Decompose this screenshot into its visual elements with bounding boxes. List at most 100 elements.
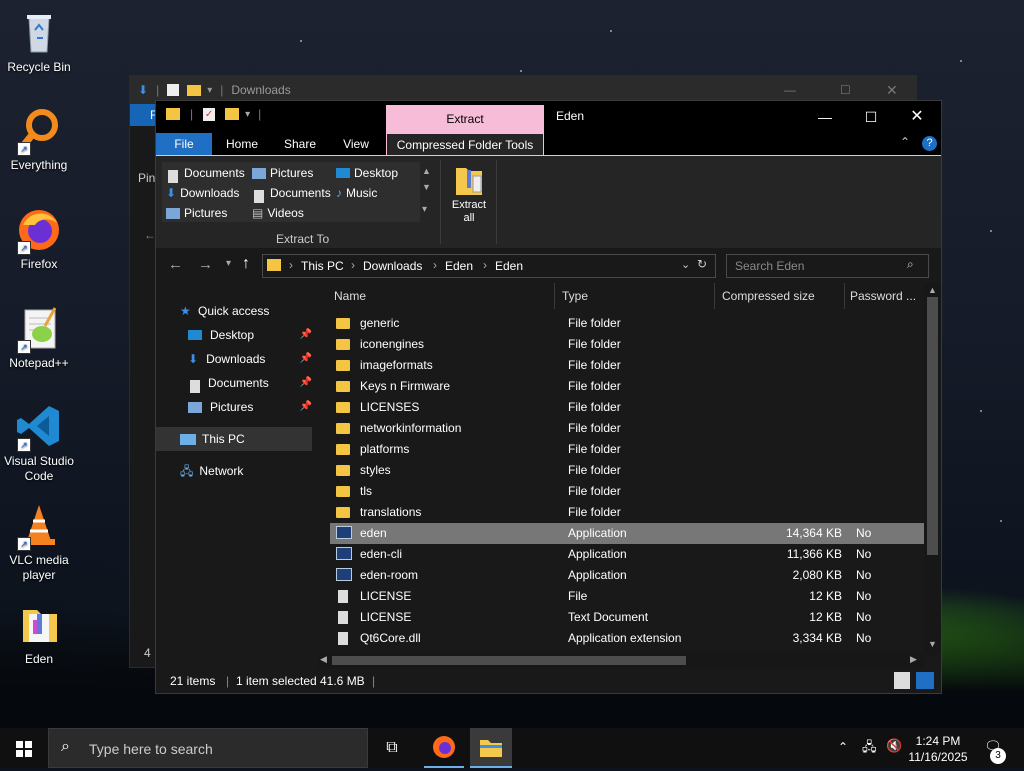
scroll-right-icon[interactable]: ▶ xyxy=(910,654,917,665)
file-type: Application extension xyxy=(568,631,682,645)
column-header-compressed-size[interactable]: Compressed size xyxy=(722,283,842,309)
close-icon[interactable]: ✕ xyxy=(886,82,898,99)
file-row[interactable]: eden-room Application 2,080 KB No xyxy=(330,565,924,586)
scroll-left-icon[interactable]: ◀ xyxy=(320,654,327,665)
file-row[interactable]: tls File folder xyxy=(330,481,924,502)
large-icons-view-icon[interactable] xyxy=(916,672,934,689)
tab-share[interactable]: Share xyxy=(272,133,328,155)
background-file-tab[interactable]: F xyxy=(130,104,157,126)
minimize-icon[interactable]: — xyxy=(802,101,848,133)
file-row[interactable]: generic File folder xyxy=(330,313,924,334)
forward-arrow-icon[interactable]: → xyxy=(198,256,213,273)
task-view-icon[interactable]: ⧉ xyxy=(376,728,408,768)
chevron-down-icon[interactable]: ▾ xyxy=(245,109,250,120)
file-row[interactable]: styles File folder xyxy=(330,460,924,481)
file-row[interactable]: Keys n Firmware File folder xyxy=(330,376,924,397)
gallery-scroll-down-icon[interactable]: ▼ xyxy=(422,182,431,192)
extract-to-music[interactable]: ♪ Music xyxy=(336,184,377,202)
column-header-password[interactable]: Password ... xyxy=(850,283,920,309)
file-row[interactable]: eden Application 14,364 KB No xyxy=(330,523,924,544)
nav-pictures[interactable]: Pictures 📌 xyxy=(188,395,312,419)
file-row[interactable]: Qt6Core.dll Application extension 3,334 KB… xyxy=(330,628,924,649)
back-arrow-icon[interactable]: ← xyxy=(168,256,183,273)
file-row[interactable]: networkinformation File folder xyxy=(330,418,924,439)
close-icon[interactable]: ✕ xyxy=(894,101,940,133)
search-input[interactable]: Search Eden xyxy=(735,259,804,273)
file-row[interactable]: LICENSE Text Document 12 KB No xyxy=(330,607,924,628)
extract-to-pictures[interactable]: Pictures xyxy=(252,164,313,182)
collapse-ribbon-icon[interactable]: ⌃ xyxy=(900,135,910,149)
volume-muted-icon[interactable]: 🔇 xyxy=(886,738,902,754)
nav-downloads[interactable]: ⬇ Downloads 📌 xyxy=(188,347,312,371)
tab-compressed-folder-tools[interactable]: Compressed Folder Tools xyxy=(386,133,544,155)
nav-this-pc[interactable]: This PC xyxy=(156,427,312,451)
breadcrumb-eden[interactable]: Eden xyxy=(445,259,473,273)
gallery-expand-icon[interactable]: ▾ xyxy=(422,204,427,215)
nav-quick-access[interactable]: ★ Quick access xyxy=(180,299,269,323)
desktop-icon-notepadpp[interactable]: ↗ Notepad++ xyxy=(2,304,76,371)
network-icon[interactable]: 🖧 xyxy=(862,738,877,760)
desktop-icon-eden[interactable]: Eden xyxy=(2,600,76,667)
tab-file[interactable]: File xyxy=(156,133,212,155)
column-header-type[interactable]: Type xyxy=(562,283,712,309)
extract-to-downloads[interactable]: ⬇ Downloads xyxy=(166,184,239,202)
file-row[interactable]: platforms File folder xyxy=(330,439,924,460)
properties-icon[interactable]: ✓ xyxy=(203,107,216,121)
recent-locations-icon[interactable]: ▾ xyxy=(226,258,231,269)
vertical-scroll-thumb[interactable] xyxy=(927,297,938,555)
nav-desktop[interactable]: Desktop 📌 xyxy=(188,323,312,347)
tab-home[interactable]: Home xyxy=(214,133,270,155)
tab-view[interactable]: View xyxy=(328,133,384,155)
up-arrow-icon[interactable]: ↑ xyxy=(242,255,250,273)
file-row[interactable]: iconengines File folder xyxy=(330,334,924,355)
help-icon[interactable]: ? xyxy=(922,136,937,151)
nav-documents[interactable]: Documents 📌 xyxy=(188,371,312,395)
show-hidden-icons-icon[interactable]: ⌃ xyxy=(838,740,848,754)
file-row[interactable]: translations File folder xyxy=(330,502,924,523)
extract-to-documents-2[interactable]: Documents xyxy=(252,184,331,203)
desktop-icon-everything[interactable]: ↗ Everything xyxy=(2,106,76,173)
breadcrumb-this-pc[interactable]: This PC xyxy=(301,259,344,273)
clock[interactable]: 1:24 PM 11/16/2025 xyxy=(906,733,970,765)
file-row[interactable]: LICENSE File 12 KB No xyxy=(330,586,924,607)
maximize-icon[interactable]: ☐ xyxy=(848,101,894,133)
file-row[interactable]: LICENSES File folder xyxy=(330,397,924,418)
maximize-icon[interactable]: ☐ xyxy=(840,83,851,97)
new-folder-icon[interactable] xyxy=(225,108,240,120)
taskbar-search-input[interactable]: Type here to search xyxy=(89,741,213,757)
desktop-icon-firefox[interactable]: ↗ Firefox xyxy=(2,205,76,272)
taskbar-firefox[interactable] xyxy=(424,728,464,768)
refresh-icon[interactable]: ↻ xyxy=(697,257,707,271)
extract-to-videos[interactable]: ▤ Videos xyxy=(252,204,304,222)
extract-to-desktop[interactable]: Desktop xyxy=(336,164,398,182)
start-button[interactable] xyxy=(0,728,48,768)
desktop-icon-recycle-bin[interactable]: Recycle Bin xyxy=(2,8,76,75)
vertical-scrollbar[interactable]: ▲ ▼ xyxy=(924,283,941,655)
breadcrumb-eden-current[interactable]: Eden xyxy=(495,259,523,273)
horizontal-scroll-thumb[interactable] xyxy=(332,656,686,665)
breadcrumb-downloads[interactable]: Downloads xyxy=(363,259,422,273)
taskbar-file-explorer[interactable] xyxy=(470,728,512,768)
file-row[interactable]: imageformats File folder xyxy=(330,355,924,376)
horizontal-scrollbar[interactable]: ◀ ▶ xyxy=(318,653,924,668)
desktop-icon-vlc[interactable]: ↗ VLC media player xyxy=(2,501,76,583)
address-dropdown-icon[interactable]: ⌄ xyxy=(681,258,690,271)
scroll-down-icon[interactable]: ▼ xyxy=(928,639,937,649)
gallery-scroll-up-icon[interactable]: ▲ xyxy=(422,166,431,176)
search-box[interactable]: Search Eden ⌕ xyxy=(726,254,929,278)
scroll-up-icon[interactable]: ▲ xyxy=(928,285,937,295)
file-name: LICENSE xyxy=(360,610,412,624)
desktop-icon-vscode[interactable]: ↗ Visual Studio Code xyxy=(0,402,78,484)
extract-to-documents[interactable]: Documents xyxy=(166,164,245,183)
explorer-window[interactable]: | ✓ ▾ | Extract Eden — ☐ ✕ File Home Sha… xyxy=(155,100,942,694)
details-view-icon[interactable] xyxy=(894,672,910,689)
minimize-icon[interactable]: — xyxy=(784,83,796,97)
file-icon xyxy=(338,611,348,624)
address-bar[interactable]: › This PC › Downloads › Eden › Eden ⌄ ↻ xyxy=(262,254,716,278)
column-header-name[interactable]: Name xyxy=(334,283,554,309)
extract-to-pictures-2[interactable]: Pictures xyxy=(166,204,227,222)
extract-all-button[interactable]: Extract all xyxy=(448,162,490,224)
taskbar-search-box[interactable]: ⌕ Type here to search xyxy=(48,728,368,768)
nav-network[interactable]: 🖧 Network xyxy=(180,459,243,483)
file-row[interactable]: eden-cli Application 11,366 KB No xyxy=(330,544,924,565)
